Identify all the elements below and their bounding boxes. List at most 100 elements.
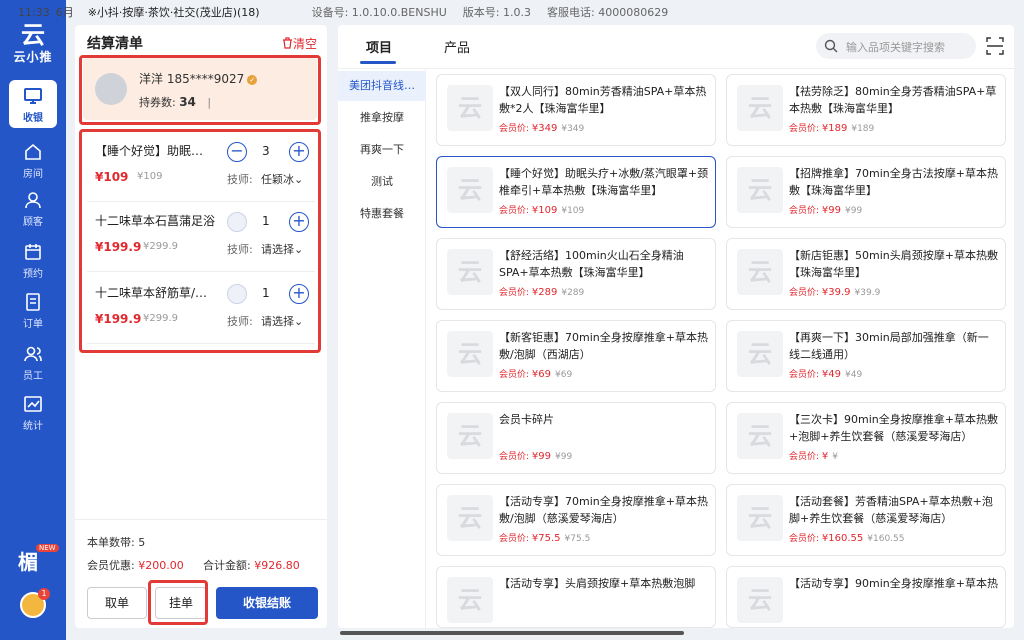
original-price: ¥ [832,452,839,462]
original-price: ¥109 [561,206,585,216]
nav-item-stats[interactable]: 统计 [0,388,66,436]
nav-label-rooms: 房间 [23,169,43,180]
product-price: 会员价: ¥289 ¥289 [499,285,584,298]
status-time: 11:33 [18,5,50,19]
new-badge: NEW [36,544,59,552]
nav-item-orders[interactable]: 订单 [0,286,66,334]
product-placeholder-icon: 云 [447,167,493,213]
category-item[interactable]: 美团抖音线… [338,71,426,101]
product-card[interactable]: 云 【祛劳除乏】80min全身芳香精油SPA+草本热敷【珠海富华里】 会员价: … [726,74,1006,146]
version-number: 版本号: 1.0.3 [462,6,531,19]
category-item[interactable]: 推拿按摩 [338,103,426,133]
cart-panel: 结算清单 清空 洋洋 185****9027 ✓ 持券数: 34 | 【睡个好觉】… [75,25,327,628]
home-icon [25,143,41,160]
nav-label-booking: 预约 [23,269,43,280]
nav-label-customers: 顾客 [23,217,43,228]
nav-item-rooms[interactable]: 房间 [0,136,66,184]
product-price: 会员价: ¥109 ¥109 [499,203,584,216]
search-icon [824,39,838,53]
calendar-icon [25,244,41,260]
product-price: 会员价: ¥ ¥ [789,449,838,462]
product-card[interactable]: 云 【双人同行】80min芳香精油SPA+草本热敷*2人【珠海富华里】 会员价:… [436,74,716,146]
product-placeholder-icon: 云 [447,249,493,295]
member-price: ¥49 [821,369,841,380]
store-name: ※小抖·按摩·茶饮·社交(茂业店)(18) [87,6,260,19]
nav-item-cashier[interactable]: 收银 [9,80,57,128]
product-placeholder-icon: 云 [737,331,783,377]
product-price: 会员价: ¥349 ¥349 [499,121,584,134]
original-price: ¥69 [555,370,573,380]
chart-icon [24,396,42,412]
tab-products[interactable]: 产品 [444,37,470,56]
member-price-label: 会员价: [499,124,532,134]
discount-value: ¥200.00 [138,559,184,572]
product-price: 会员价: ¥160.55 ¥160.55 [789,531,904,544]
product-card[interactable]: 云 【活动专享】头肩颈按摩+草本热敷泡脚 [436,566,716,628]
product-title: 【活动专享】70min全身按摩推拿+草本热敷/泡脚（慈溪爱琴海店） [499,495,708,525]
product-title: 会员卡碎片 [499,413,554,426]
member-price-label: 会员价: [499,370,532,380]
product-card[interactable]: 云 【再爽一下】30min局部加强推拿（新一线二线通用） 会员价: ¥49 ¥49 [726,320,1006,392]
product-price: 会员价: ¥39.9 ¥39.9 [789,285,880,298]
product-title: 【活动专享】头肩颈按摩+草本热敷泡脚 [499,577,696,590]
status-bar: 11:33 6月 ※小抖·按摩·茶饮·社交(茂业店)(18) 设备号: 1.0.… [0,0,1024,24]
scan-icon[interactable] [986,37,1004,55]
product-card[interactable]: 云 【新店钜惠】50min头肩颈按摩+草本热敷【珠海富华里】 会员价: ¥39.… [726,238,1006,310]
member-price-label: 会员价: [789,534,822,544]
category-list: 美团抖音线… 推拿按摩 再爽一下 测试 特惠套餐 [338,69,426,628]
member-price-label: 会员价: [789,288,822,298]
member-price: ¥160.55 [821,533,864,544]
search-box[interactable]: 输入品项关键字搜索 [816,33,976,59]
nav-item-customers[interactable]: 顾客 [0,184,66,232]
avatar-badge: 1 [38,588,50,600]
original-price: ¥349 [561,124,585,134]
product-card[interactable]: 云 【活动专享】70min全身按摩推拿+草本热敷/泡脚（慈溪爱琴海店） 会员价:… [436,484,716,556]
member-price-label: 会员价: [499,534,532,544]
original-price: ¥39.9 [854,288,881,298]
product-card[interactable]: 云 【招牌推拿】70min全身古法按摩+草本热敷【珠海富华里】 会员价: ¥99… [726,156,1006,228]
product-card[interactable]: 云 会员卡碎片 会员价: ¥99 ¥99 [436,402,716,474]
product-title: 【活动专享】90min全身按摩推拿+草本热 [789,577,998,590]
product-card[interactable]: 云 【活动套餐】芳香精油SPA+草本热敷+泡脚+养生饮套餐（慈溪爱琴海店） 会员… [726,484,1006,556]
cart-title: 结算清单 [87,36,143,52]
member-price: ¥99 [821,205,841,216]
product-card[interactable]: 云 【新客钜惠】70min全身按摩推拿+草本热敷/泡脚（西湖店） 会员价: ¥6… [436,320,716,392]
category-item[interactable]: 再爽一下 [338,135,426,165]
member-price-label: 会员价: [499,206,532,216]
member-price: ¥69 [531,369,551,380]
product-card[interactable]: 云 【舒经活络】100min火山石全身精油SPA+草本热敷【珠海富华里】 会员价… [436,238,716,310]
product-placeholder-icon: 云 [737,495,783,541]
product-card[interactable]: 云 【三次卡】90min全身按摩推拿+草本热敷+泡脚+养生饮套餐（慈溪爱琴海店）… [726,402,1006,474]
product-placeholder-icon: 云 [447,495,493,541]
product-card[interactable]: 云 【睡个好觉】助眠头疗+冰敷/蒸汽眼罩+颈椎牵引+草本热敷【珠海富华里】 会员… [436,156,716,228]
product-title: 【祛劳除乏】80min全身芳香精油SPA+草本热敷【珠海富华里】 [789,85,997,115]
service-phone: 客服电话: 4000080629 [547,6,669,19]
monitor-icon [24,88,42,104]
item-count: 本单数带: 5 [87,534,145,550]
product-placeholder-icon: 云 [737,413,783,459]
tab-services[interactable]: 项目 [366,37,392,56]
nav-item-booking[interactable]: 预约 [0,236,66,284]
cart-summary: 本单数带: 5 会员优惠: ¥200.00 合计金额: ¥926.80 [75,519,327,572]
retrieve-order-button[interactable]: 取单 [87,587,147,619]
logo-text: 云小推 [13,50,53,64]
member-price: ¥39.9 [821,287,851,298]
clear-cart-button[interactable]: 清空 [282,35,317,52]
search-placeholder: 输入品项关键字搜索 [846,41,945,54]
category-item[interactable]: 特惠套餐 [338,199,426,229]
nav-label-staff: 员工 [23,371,43,382]
product-price: 会员价: ¥189 ¥189 [789,121,874,134]
status-date: 6月 [55,6,74,19]
checkout-button[interactable]: 收银结账 [216,587,318,619]
category-item[interactable]: 测试 [338,167,426,197]
staff-icon [24,346,42,362]
total-value: ¥926.80 [254,559,300,572]
product-title: 【活动套餐】芳香精油SPA+草本热敷+泡脚+养生饮套餐（慈溪爱琴海店） [789,495,993,525]
nav-item-staff[interactable]: 员工 [0,338,66,386]
member-price: ¥75.5 [531,533,561,544]
product-price: 会员价: ¥99 ¥99 [499,449,572,462]
product-card[interactable]: 云 【活动专享】90min全身按摩推拿+草本热 [726,566,1006,628]
catalog-panel: 项目 产品 输入品项关键字搜索 美团抖音线… 推拿按摩 再爽一下 测试 特惠套餐… [338,25,1014,628]
hold-highlight-box [148,580,208,625]
divider [338,68,1014,69]
